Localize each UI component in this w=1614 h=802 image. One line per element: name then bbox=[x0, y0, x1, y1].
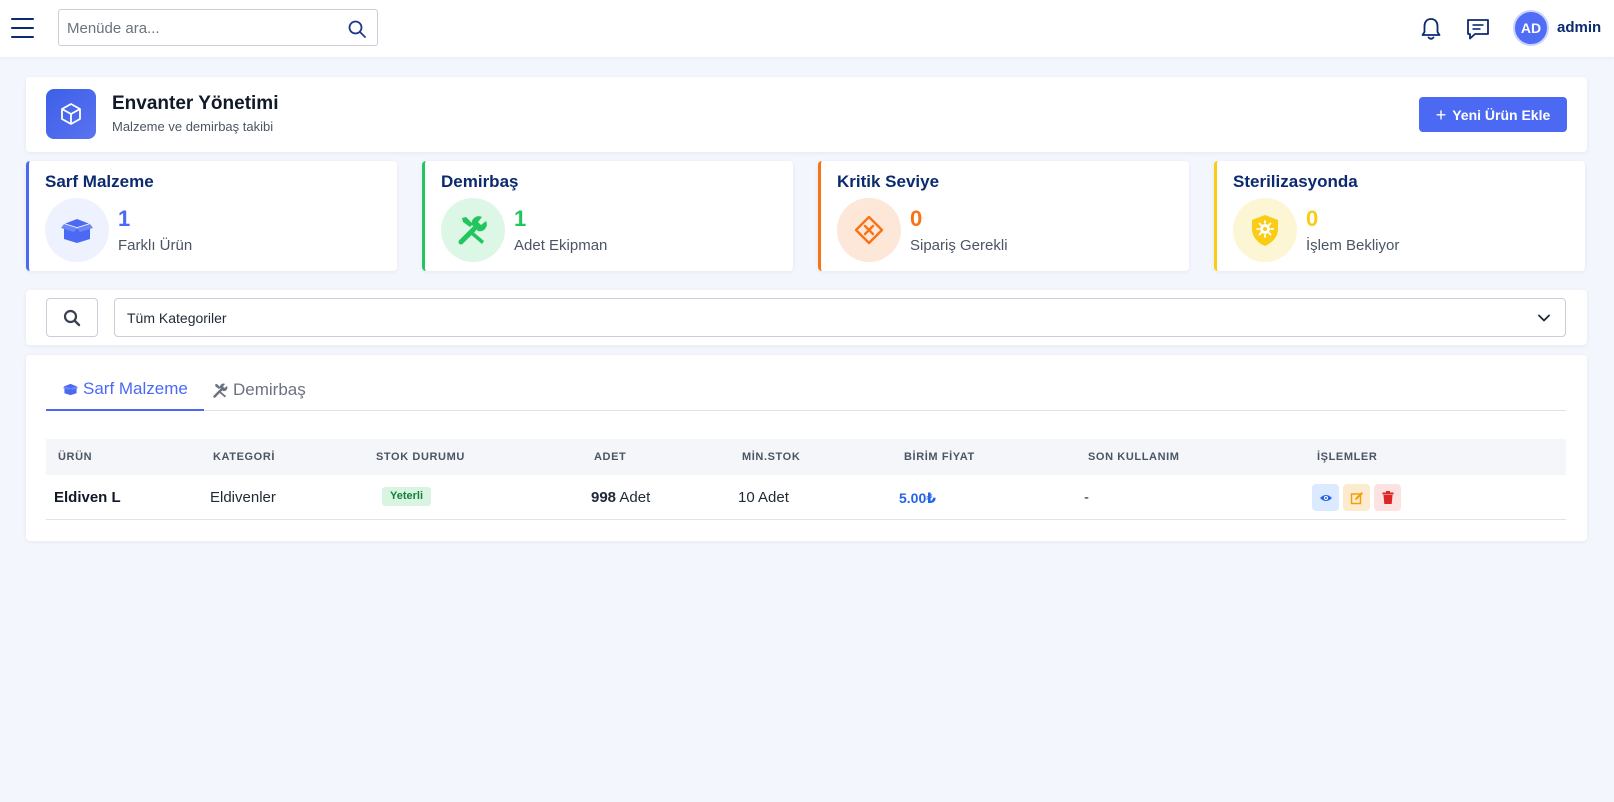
stat-label: Sarf Malzeme bbox=[45, 172, 154, 191]
column-header: BİRİM FİYAT bbox=[904, 451, 975, 463]
page-title: Envanter Yönetimi bbox=[112, 93, 279, 114]
stock-quantity: 998 Adet bbox=[591, 489, 650, 506]
stat-caption: Adet Ekipman bbox=[514, 237, 608, 254]
stat-value: 1 bbox=[514, 206, 527, 231]
edit-button[interactable] bbox=[1343, 484, 1370, 511]
plus-icon: + bbox=[1435, 104, 1447, 125]
username[interactable]: admin bbox=[1557, 19, 1601, 36]
add-product-button[interactable]: + Yeni Ürün Ekle bbox=[1419, 97, 1567, 132]
stat-label: Sterilizasyonda bbox=[1233, 172, 1358, 191]
tab-bar: Sarf Malzeme Demirbaş bbox=[46, 369, 1566, 411]
product-category: Eldivenler bbox=[210, 489, 276, 506]
bell-icon[interactable] bbox=[1417, 15, 1445, 43]
table-row: Eldiven L Eldivenler Yeterli 998 Adet 10… bbox=[46, 475, 1566, 520]
add-product-label: Yeni Ürün Ekle bbox=[1452, 106, 1551, 123]
column-header: STOK DURUMU bbox=[376, 451, 465, 463]
page-header: Envanter Yönetimi Malzeme ve demirbaş ta… bbox=[26, 77, 1587, 152]
column-header: İŞLEMLER bbox=[1317, 451, 1378, 463]
tools-icon bbox=[213, 383, 228, 398]
stat-label: Demirbaş bbox=[441, 172, 519, 191]
filter-bar: Tüm Kategoriler bbox=[26, 290, 1587, 345]
category-select[interactable]: Tüm Kategoriler bbox=[114, 298, 1566, 337]
stat-caption: Sipariş Gerekli bbox=[910, 237, 1008, 254]
status-badge: Yeterli bbox=[382, 487, 432, 506]
column-header: ÜRÜN bbox=[58, 451, 93, 463]
stat-value: 0 bbox=[1306, 206, 1319, 231]
edit-icon bbox=[1350, 491, 1363, 504]
stat-card-fixtures: Demirbaş 1 Adet Ekipman bbox=[422, 161, 793, 271]
avatar[interactable]: AD bbox=[1513, 10, 1549, 46]
chat-icon[interactable] bbox=[1464, 15, 1492, 43]
warning-diamond-icon bbox=[837, 198, 901, 262]
menu-toggle-icon[interactable] bbox=[11, 18, 34, 38]
stat-card-critical: Kritik Seviye 0 Sipariş Gerekli bbox=[818, 161, 1189, 271]
menu-search-box bbox=[58, 9, 378, 46]
view-button[interactable] bbox=[1312, 484, 1339, 511]
search-icon[interactable] bbox=[347, 19, 367, 39]
table-header: ÜRÜN KATEGORİ STOK DURUMU ADET MİN.STOK … bbox=[46, 439, 1566, 475]
chevron-down-icon bbox=[1538, 314, 1550, 322]
delete-button[interactable] bbox=[1374, 484, 1401, 511]
tab-label: Demirbaş bbox=[233, 380, 306, 399]
virus-shield-icon bbox=[1233, 198, 1297, 262]
stat-caption: Farklı Ürün bbox=[118, 237, 193, 254]
search-icon bbox=[63, 309, 81, 326]
stat-card-consumables: Sarf Malzeme 1 Farklı Ürün bbox=[26, 161, 397, 271]
inventory-table-card: Sarf Malzeme Demirbaş ÜRÜN KATEGORİ STOK… bbox=[26, 355, 1587, 541]
stat-value: 1 bbox=[118, 206, 131, 231]
min-stock: 10 Adet bbox=[738, 489, 789, 506]
column-header: ADET bbox=[594, 451, 627, 463]
column-header: MİN.STOK bbox=[742, 451, 801, 463]
top-bar: AD admin bbox=[0, 0, 1614, 57]
stat-value: 0 bbox=[910, 206, 923, 231]
stat-caption: İşlem Bekliyor bbox=[1306, 237, 1400, 254]
category-select-value: Tüm Kategoriler bbox=[127, 310, 227, 326]
box-open-icon bbox=[63, 383, 78, 396]
tab-label: Sarf Malzeme bbox=[83, 379, 188, 398]
stock-quantity-unit: Adet bbox=[619, 489, 651, 506]
stock-quantity-value: 998 bbox=[591, 489, 617, 506]
product-name: Eldiven L bbox=[54, 489, 121, 506]
column-header: KATEGORİ bbox=[213, 451, 276, 463]
trash-icon bbox=[1382, 491, 1393, 504]
tools-icon bbox=[441, 198, 505, 262]
cube-icon bbox=[46, 89, 96, 139]
stat-label: Kritik Seviye bbox=[837, 172, 940, 191]
page-subtitle: Malzeme ve demirbaş takibi bbox=[112, 119, 274, 134]
box-open-icon bbox=[45, 198, 109, 262]
menu-search-input[interactable] bbox=[67, 17, 337, 39]
column-header: SON KULLANIM bbox=[1088, 451, 1180, 463]
tab-consumables[interactable]: Sarf Malzeme bbox=[46, 369, 204, 411]
stat-card-sterilization: Sterilizasyonda 0 İşlem Bekliyor bbox=[1214, 161, 1585, 271]
tab-fixtures[interactable]: Demirbaş bbox=[196, 369, 322, 411]
expiry-date: - bbox=[1084, 489, 1089, 506]
unit-price: 5.00₺ bbox=[899, 490, 936, 506]
eye-icon bbox=[1319, 494, 1332, 501]
filter-search-button[interactable] bbox=[46, 298, 98, 337]
